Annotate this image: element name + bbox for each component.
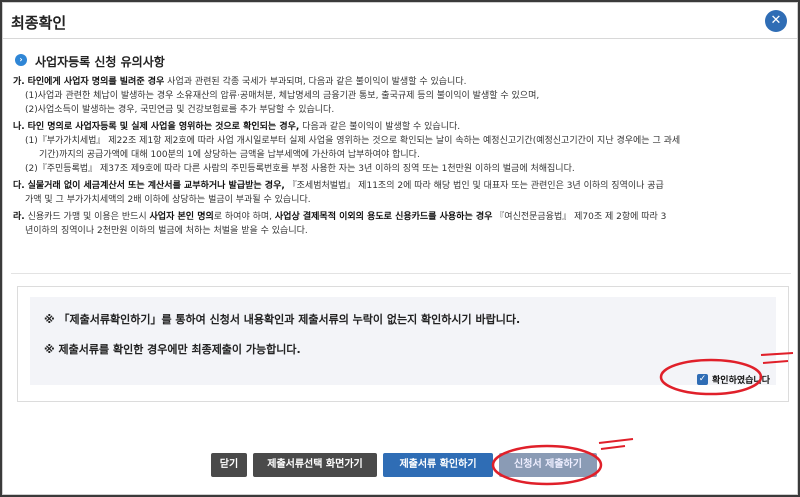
notice-panel: ※ 「제출서류확인하기」를 통하여 신청서 내용확인과 제출서류의 누락이 없는…	[30, 297, 776, 385]
arrow-circle-icon: ›	[15, 54, 27, 66]
item-sub: (1)『부가가치세법』 제22조 제1항 제2호에 따라 사업 개시일로부터 실…	[25, 136, 681, 146]
section-title: 사업자등록 신청 유의사항	[35, 55, 165, 69]
confirm-checkbox[interactable]: ✓ 확인하였습니다	[697, 373, 770, 386]
submit-application-button[interactable]: 신청서 제출하기	[499, 453, 597, 477]
dialog-header: 최종확인 ✕	[3, 3, 797, 39]
final-confirm-dialog: 최종확인 ✕ › 사업자등록 신청 유의사항 가. 타인에게 사업자 명의를 빌…	[2, 2, 798, 495]
confirm-notice-box: ※ 「제출서류확인하기」를 통하여 신청서 내용확인과 제출서류의 누락이 없는…	[17, 286, 789, 402]
dialog-title: 최종확인	[11, 14, 67, 32]
item-prefix: 가.	[13, 77, 25, 87]
item-text: 『조세범처벌법』 제11조의 2에 따라 해당 법인 및 대표자 또는 관련인은…	[284, 181, 664, 191]
item-text: 『여신전문금융법』 제70조 제 2항에 따라 3	[492, 212, 667, 222]
item-ga: 가. 타인에게 사업자 명의를 빌려준 경우 사업과 관련된 각종 국세가 부과…	[13, 75, 791, 89]
item-da: 다. 실물거래 없이 세금계산서 또는 계산서를 교부하거나 발급받는 경우, …	[13, 179, 791, 193]
confirm-label: 확인하였습니다	[712, 376, 770, 386]
item-sub: (2)사업소득이 발생하는 경우, 국민연금 및 건강보험료를 추가 부담할 수…	[25, 105, 335, 115]
item-bold: 사업자 본인 명의	[149, 212, 214, 222]
select-docs-button[interactable]: 제출서류선택 화면가기	[253, 453, 377, 477]
item-lead: 실물거래 없이 세금계산서 또는 계산서를 교부하거나 발급받는 경우,	[27, 181, 285, 191]
item-prefix: 나.	[13, 122, 25, 132]
item-bold: 사업상 결제목적 이외의 용도로 신용카드를 사용하는 경우	[274, 212, 493, 222]
item-sub: (1)사업과 관련한 체납이 발생하는 경우 소유재산의 압류·공매처분, 체납…	[25, 91, 540, 101]
item-sub: 가액 및 그 부가가치세액의 2배 이하에 상당하는 벌금이 부과될 수 있습니…	[25, 195, 311, 205]
item-lead: 타인에게 사업자 명의를 빌려준 경우	[27, 77, 165, 87]
section-heading: › 사업자등록 신청 유의사항	[11, 47, 791, 69]
notice-content: › 사업자등록 신청 유의사항 가. 타인에게 사업자 명의를 빌려준 경우 사…	[11, 47, 791, 273]
item-sub: 기간)까지의 공급가액에 대해 100분의 1에 상당하는 금액을 납부세액에 …	[39, 150, 420, 160]
dialog-buttons: 닫기 제출서류선택 화면가기 제출서류 확인하기 신청서 제출하기	[3, 453, 797, 481]
close-icon[interactable]: ✕	[765, 10, 787, 32]
notice-line-1: ※ 「제출서류확인하기」를 통하여 신청서 내용확인과 제출서류의 누락이 없는…	[44, 313, 521, 326]
divider	[11, 273, 791, 274]
item-sub: 년이하의 징역이나 2천만원 이하의 벌금에 처하는 처벌을 받을 수 있습니다…	[25, 226, 308, 236]
close-button[interactable]: 닫기	[211, 453, 247, 477]
item-text: 다음과 같은 불이익이 발생할 수 있습니다.	[299, 122, 461, 132]
notice-line-2: ※ 제출서류를 확인한 경우에만 최종제출이 가능합니다.	[44, 343, 301, 356]
item-text: 로 하여야 하며,	[213, 212, 275, 222]
item-ra: 라. 신용카드 가맹 및 이용은 반드시 사업자 본인 명의로 하여야 하며, …	[13, 210, 791, 224]
check-docs-button[interactable]: 제출서류 확인하기	[383, 453, 493, 477]
submit-highlight-stroke	[598, 438, 634, 450]
item-sub: (2)『주민등록법』 제37조 제9호에 따라 다른 사람의 주민등록번호를 부…	[25, 164, 575, 174]
item-lead: 타인 명의로 사업자등록 및 실제 사업을 영위하는 것으로 확인되는 경우,	[27, 122, 300, 132]
item-text: 사업과 관련된 각종 국세가 부과되며, 다음과 같은 불이익이 발생할 수 있…	[164, 77, 467, 87]
item-text: 신용카드 가맹 및 이용은 반드시	[27, 212, 150, 222]
item-na: 나. 타인 명의로 사업자등록 및 실제 사업을 영위하는 것으로 확인되는 경…	[13, 120, 791, 134]
item-prefix: 라.	[13, 212, 25, 222]
checkbox-checked-icon[interactable]: ✓	[697, 374, 709, 385]
item-prefix: 다.	[13, 181, 25, 191]
